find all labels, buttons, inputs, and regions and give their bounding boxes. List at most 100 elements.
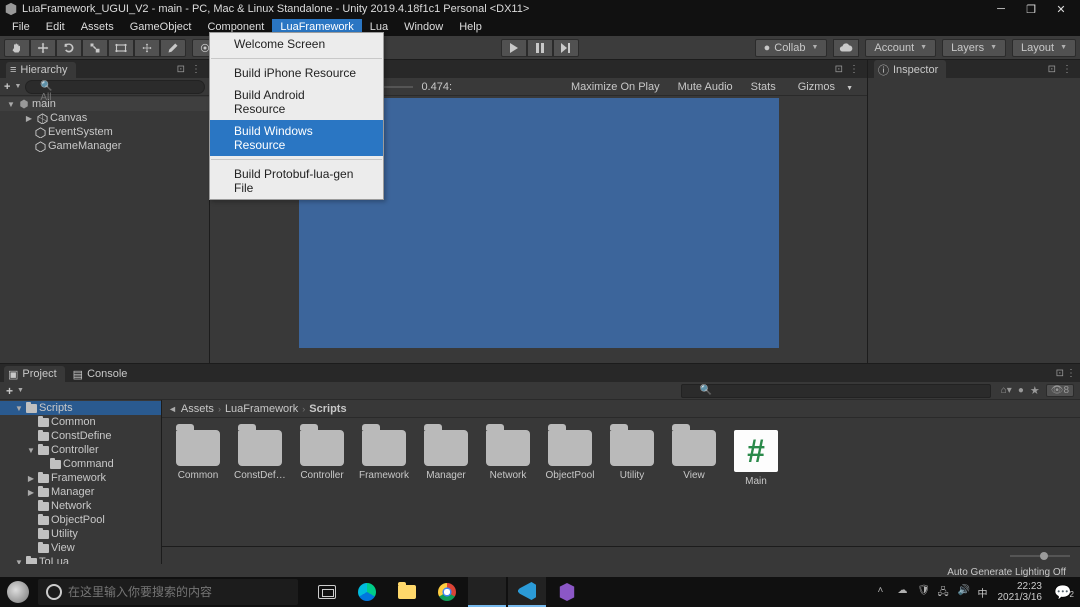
console-tab[interactable]: ▤ Console [69, 366, 136, 383]
panel-lock-icon[interactable]: ⊡ [1056, 368, 1064, 379]
edge-app-icon[interactable] [348, 577, 386, 607]
expand-arrow-icon[interactable]: ▼ [26, 446, 36, 455]
folder-item[interactable]: ConstDefi... [236, 430, 284, 487]
dd-build-iphone[interactable]: Build iPhone Resource [210, 62, 383, 84]
custom-tool-icon[interactable] [160, 39, 186, 57]
start-avatar[interactable] [0, 577, 36, 607]
file-item[interactable]: #Main [732, 430, 780, 487]
panel-menu-icon[interactable]: ⋮ [1060, 64, 1074, 75]
project-tree-item[interactable]: ▼Controller [0, 443, 161, 457]
menu-assets[interactable]: Assets [73, 19, 122, 35]
panel-lock-icon[interactable]: ⊡ [175, 64, 187, 75]
ime-indicator[interactable]: 中 [978, 585, 988, 600]
folder-item[interactable]: ObjectPool [546, 430, 594, 487]
cloud-icon[interactable] [833, 39, 859, 57]
maximize-button[interactable]: ❐ [1016, 0, 1046, 18]
gizmos-dropdown[interactable]: Gizmos ▼ [790, 81, 861, 93]
chrome-app-icon[interactable] [428, 577, 466, 607]
rect-tool-icon[interactable] [108, 39, 134, 57]
folder-item[interactable]: View [670, 430, 718, 487]
maximize-on-play[interactable]: Maximize On Play [567, 81, 664, 93]
menu-help[interactable]: Help [451, 19, 490, 35]
folder-item[interactable]: Network [484, 430, 532, 487]
task-view-button[interactable] [308, 577, 346, 607]
auto-generate-lighting[interactable]: Auto Generate Lighting Off [947, 567, 1066, 578]
breadcrumb-luaframework[interactable]: LuaFramework [225, 403, 298, 415]
project-tree-item[interactable]: ▶Framework [0, 471, 161, 485]
project-tree-item[interactable]: ▶Utility [0, 527, 161, 541]
panel-menu-icon[interactable]: ⋮ [189, 64, 203, 75]
folder-item[interactable]: Manager [422, 430, 470, 487]
expand-arrow-icon[interactable]: ▶ [26, 502, 36, 511]
stats-toggle[interactable]: Stats [747, 81, 780, 93]
expand-arrow-icon[interactable]: ▶ [38, 460, 48, 469]
account-dropdown[interactable]: Account▼ [865, 39, 936, 57]
transform-tool-icon[interactable] [134, 39, 160, 57]
windows-search-input[interactable] [68, 585, 290, 599]
project-tree-item[interactable]: ▼Scripts [0, 401, 161, 415]
folder-item[interactable]: Framework [360, 430, 408, 487]
inspector-tab[interactable]: ⓘ Inspector [874, 60, 946, 80]
scale-tool-icon[interactable] [82, 39, 108, 57]
panel-lock-icon[interactable]: ⊡ [833, 64, 845, 75]
search-by-label-icon[interactable]: ● [1018, 385, 1024, 396]
project-tree-item[interactable]: ▶Command [0, 457, 161, 471]
breadcrumb-assets[interactable]: Assets [181, 403, 214, 415]
icon-size-slider[interactable] [1010, 550, 1070, 562]
pause-button[interactable] [527, 39, 553, 57]
expand-arrow-icon[interactable]: ▶ [26, 432, 36, 441]
layout-dropdown[interactable]: Layout▼ [1012, 39, 1076, 57]
project-tree-item[interactable]: ▶Network [0, 499, 161, 513]
menu-window[interactable]: Window [396, 19, 451, 35]
file-explorer-app-icon[interactable] [388, 577, 426, 607]
unity-hub-app-icon[interactable] [468, 577, 506, 607]
minimize-button[interactable]: ─ [986, 0, 1016, 18]
fav-icon[interactable]: ★ [1030, 384, 1040, 397]
close-button[interactable]: ✕ [1046, 0, 1076, 18]
tray-cloud-icon[interactable]: ☁ [898, 585, 912, 599]
project-tree-item[interactable]: ▶ConstDefine [0, 429, 161, 443]
layers-dropdown[interactable]: Layers▼ [942, 39, 1006, 57]
hidden-packages-badge[interactable]: 👁8 [1046, 384, 1074, 397]
vs-app-icon[interactable] [548, 577, 586, 607]
hierarchy-search-input[interactable] [40, 92, 190, 103]
mute-audio[interactable]: Mute Audio [674, 81, 737, 93]
panel-menu-icon[interactable]: ⋮ [847, 64, 861, 75]
expand-arrow-icon[interactable]: ▶ [26, 516, 36, 525]
breadcrumb-scripts[interactable]: Scripts [309, 403, 346, 415]
panel-menu-icon[interactable]: ⋮ [1066, 368, 1076, 379]
tray-chevron-icon[interactable]: ˄ [878, 585, 892, 599]
create-asset-button[interactable]: + [6, 384, 13, 398]
dd-build-android[interactable]: Build Android Resource [210, 84, 383, 120]
dd-build-protobuf[interactable]: Build Protobuf-lua-gen File [210, 163, 383, 199]
tray-shield-icon[interactable]: 🛡 [918, 585, 932, 599]
expand-arrow-icon[interactable]: ▶ [26, 488, 36, 497]
expand-arrow-icon[interactable]: ▶ [26, 530, 36, 539]
hierarchy-search[interactable]: 🔍 [25, 80, 205, 94]
project-tree-item[interactable]: ▶ObjectPool [0, 513, 161, 527]
taskbar-clock[interactable]: 22:23 2021/3/16 [994, 581, 1047, 603]
menu-edit[interactable]: Edit [38, 19, 73, 35]
expand-arrow-icon[interactable]: ▶ [26, 418, 36, 427]
windows-search[interactable] [38, 579, 298, 605]
folder-item[interactable]: Controller [298, 430, 346, 487]
menu-gameobject[interactable]: GameObject [122, 19, 200, 35]
project-tree-item[interactable]: ▶Common [0, 415, 161, 429]
add-gameobject-button[interactable]: + [4, 81, 10, 93]
dd-build-windows[interactable]: Build Windows Resource [210, 120, 383, 156]
tray-volume-icon[interactable]: 🔊 [958, 585, 972, 599]
breadcrumb-back-icon[interactable]: ◄ [168, 404, 177, 414]
hierarchy-tab[interactable]: ≡ Hierarchy [6, 62, 76, 78]
menu-file[interactable]: File [4, 19, 38, 35]
dd-welcome-screen[interactable]: Welcome Screen [210, 33, 383, 55]
expand-arrow-icon[interactable]: ▶ [26, 544, 36, 553]
project-tree-item[interactable]: ▼ToLua [0, 555, 161, 564]
hierarchy-item-gamemanager[interactable]: GameManager [0, 139, 209, 153]
hand-tool-icon[interactable] [4, 39, 30, 57]
play-button[interactable] [501, 39, 527, 57]
panel-lock-icon[interactable]: ⊡ [1046, 64, 1058, 75]
hierarchy-item-eventsystem[interactable]: EventSystem [0, 125, 209, 139]
move-tool-icon[interactable] [30, 39, 56, 57]
expand-arrow-icon[interactable]: ▶ [26, 474, 36, 483]
project-tree-item[interactable]: ▶Manager [0, 485, 161, 499]
